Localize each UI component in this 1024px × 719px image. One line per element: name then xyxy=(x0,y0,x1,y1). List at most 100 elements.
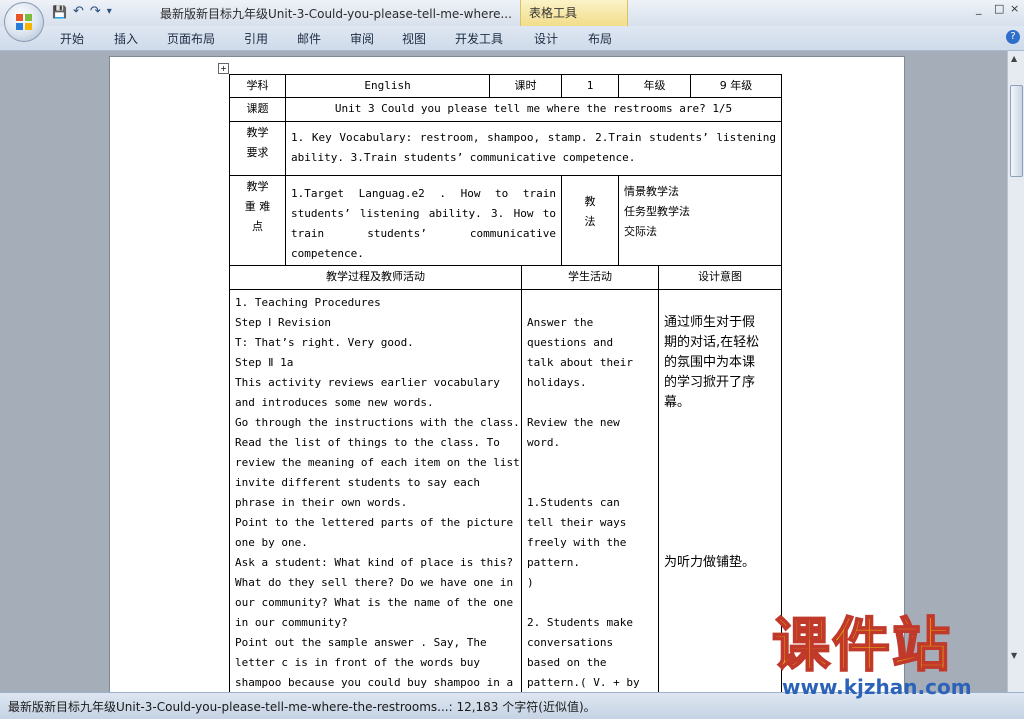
table-row: 学科 English 课时 1 年级 9 年级 xyxy=(229,74,783,98)
document-workspace: + 学科 English 课时 1 年级 9 年级 课题 Unit 3 Coul… xyxy=(0,51,1008,715)
tab-home[interactable]: 开始 xyxy=(60,30,84,47)
scroll-up-icon[interactable]: ▲ xyxy=(1011,54,1017,63)
tab-review[interactable]: 审阅 xyxy=(350,30,374,47)
key-points-value[interactable]: 1.Target Languag.e2 . How to train stude… xyxy=(284,175,563,266)
table-row: 1. Teaching Procedures Step Ⅰ Revision T: … xyxy=(228,289,783,715)
tab-design[interactable]: 设计 xyxy=(534,30,558,47)
process-header: 教学过程及教师活动 xyxy=(228,265,523,290)
text-line: conversations xyxy=(527,636,614,649)
text-line: 幕。 xyxy=(664,395,691,410)
scroll-down-icon[interactable]: ▼ xyxy=(1011,651,1017,660)
table-row: 教学 重 难 点 1.Target Languag.e2 . How to tr… xyxy=(229,175,783,266)
tab-references[interactable]: 引用 xyxy=(244,30,268,47)
subject-value[interactable]: English xyxy=(284,74,491,98)
save-icon[interactable]: 💾 xyxy=(52,4,67,20)
text-line: This activity reviews earlier vocabulary xyxy=(235,376,500,389)
tab-mailings[interactable]: 邮件 xyxy=(297,30,321,47)
text-line: 的学习掀开了序 xyxy=(664,375,756,390)
vertical-scrollbar[interactable]: ▲ ▼ xyxy=(1007,51,1024,692)
text-line: What do they sell there? Do we have one … xyxy=(235,576,514,589)
undo-icon[interactable]: ↶ xyxy=(73,4,84,20)
office-button[interactable] xyxy=(4,2,44,42)
text-line: Point out the sample answer . Say, The xyxy=(235,636,487,649)
quick-access-toolbar: 💾 ↶ ↷ ▾ xyxy=(52,4,112,20)
minimize-button[interactable]: _ xyxy=(976,2,982,15)
window-title: 最新版新目标九年级Unit-3-Could-you-please-tell-me… xyxy=(160,7,512,21)
tab-page-layout[interactable]: 页面布局 xyxy=(167,30,215,47)
method-item: 交际法 xyxy=(624,225,658,238)
title-bar: 💾 ↶ ↷ ▾ 最新版新目标九年级Unit-3-Could-you-please… xyxy=(0,0,1024,27)
design-header: 设计意图 xyxy=(658,265,783,290)
text-line: Read the list of things to the class. To xyxy=(235,436,500,449)
help-icon[interactable]: ? xyxy=(1006,30,1020,44)
design-cell[interactable]: 通过师生对于假 期的对话,在轻松 的氛围中为本课 的学习掀开了序 幕。 为听力做铺垫。 xyxy=(658,289,783,715)
methods-value[interactable]: 情景教学法 任务型教学法 交际法 xyxy=(618,175,783,266)
table-tools-group: 表格工具 xyxy=(520,0,628,26)
text-line: T: That’s right. Very good. xyxy=(235,336,414,349)
status-text: 最新版新目标九年级Unit-3-Could-you-please-tell-me… xyxy=(8,700,596,714)
period-value[interactable]: 1 xyxy=(561,74,620,98)
close-button[interactable]: × xyxy=(1010,2,1019,15)
requirements-value[interactable]: 1. Key Vocabulary: restroom, shampoo, st… xyxy=(284,121,783,176)
watermark-main-text: 课件站 xyxy=(771,611,953,679)
text-line xyxy=(664,513,776,533)
watermark-logo: 课件站 www.kjzhan.com xyxy=(771,611,972,699)
text-line xyxy=(527,293,653,313)
student-cell[interactable]: Answer the questions and talk about their h… xyxy=(521,289,660,715)
text-line: in our community? xyxy=(235,616,348,629)
text-line: ) xyxy=(527,576,534,589)
text-line: Review the new xyxy=(527,416,620,429)
text-line xyxy=(527,473,653,493)
customize-qat-icon[interactable]: ▾ xyxy=(107,4,112,20)
text-line xyxy=(664,413,776,433)
tab-layout[interactable]: 布局 xyxy=(588,30,612,47)
text-line: 为听力做铺垫。 xyxy=(664,555,756,570)
text-line: 的氛围中为本课 xyxy=(664,355,756,370)
text-line xyxy=(664,613,776,633)
requirements-label-line: 要求 xyxy=(246,146,269,159)
text-line: Point to the lettered parts of the pictu… xyxy=(235,516,514,529)
tab-insert[interactable]: 插入 xyxy=(114,30,138,47)
grade-value[interactable]: 9 年级 xyxy=(690,74,783,98)
lesson-plan-table[interactable]: 学科 English 课时 1 年级 9 年级 课题 Unit 3 Could … xyxy=(228,74,783,715)
text-line: Answer the xyxy=(527,316,594,329)
scroll-thumb[interactable] xyxy=(1010,85,1023,177)
text-line xyxy=(527,393,653,413)
method-label: 教 法 xyxy=(561,175,620,266)
key-points-label-line: 重 难 xyxy=(244,200,271,213)
method-item: 情景教学法 xyxy=(624,185,680,198)
text-line: 1. Teaching Procedures xyxy=(235,296,381,309)
text-line: invite different students to say each xyxy=(235,476,481,489)
tab-view[interactable]: 视图 xyxy=(402,30,426,47)
text-line xyxy=(664,673,776,693)
process-cell[interactable]: 1. Teaching Procedures Step Ⅰ Revision T: … xyxy=(228,289,523,715)
topic-value[interactable]: Unit 3 Could you please tell me where th… xyxy=(284,97,783,122)
subject-label: 学科 xyxy=(229,74,286,98)
text-line: Step Ⅰ Revision xyxy=(235,316,331,329)
key-points-label-line: 点 xyxy=(252,220,263,233)
text-line xyxy=(664,633,776,653)
text-line: pattern.( V. + by xyxy=(527,676,640,689)
text-line: Ask a student: What kind of place is thi… xyxy=(235,556,514,569)
grade-label: 年级 xyxy=(618,74,692,98)
text-line xyxy=(664,453,776,473)
text-line: based on the xyxy=(527,656,607,669)
table-row: 教学 要求 1. Key Vocabulary: restroom, shamp… xyxy=(229,121,783,176)
method-item: 任务型教学法 xyxy=(624,205,691,218)
text-line: Step Ⅱ 1a xyxy=(235,356,294,369)
text-line: 通过师生对于假 xyxy=(664,315,756,330)
text-line: one by one. xyxy=(235,536,308,549)
tab-developer[interactable]: 开发工具 xyxy=(455,30,503,47)
document-page[interactable]: + 学科 English 课时 1 年级 9 年级 课题 Unit 3 Coul… xyxy=(110,57,904,715)
text-line xyxy=(664,293,776,313)
requirements-label: 教学 要求 xyxy=(229,121,286,176)
table-row: 教学过程及教师活动 学生活动 设计意图 xyxy=(228,265,783,290)
text-line: pattern. xyxy=(527,556,580,569)
redo-icon[interactable]: ↷ xyxy=(90,4,101,20)
table-move-handle-icon[interactable]: + xyxy=(218,63,229,74)
text-line: our community? What is the name of the o… xyxy=(235,596,514,609)
maximize-button[interactable]: □ xyxy=(994,2,1004,15)
text-line xyxy=(664,653,776,673)
student-header: 学生活动 xyxy=(521,265,660,290)
text-line: holidays. xyxy=(527,376,587,389)
